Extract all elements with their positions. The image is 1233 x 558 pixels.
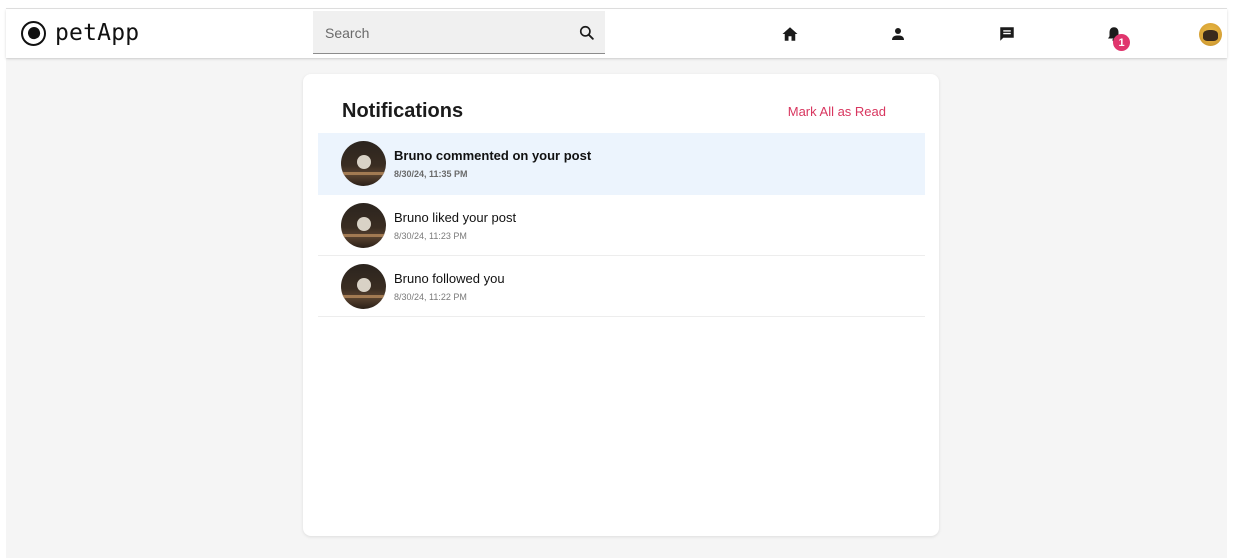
- paw-logo-icon: [21, 20, 46, 46]
- bell-icon[interactable]: 1: [1103, 23, 1130, 51]
- home-icon[interactable]: [779, 23, 801, 45]
- notification-message: Bruno followed you: [394, 271, 505, 286]
- brand[interactable]: petApp: [21, 20, 139, 46]
- chat-icon[interactable]: [996, 23, 1018, 45]
- avatar: [341, 141, 386, 186]
- notification-time: 8/30/24, 11:35 PM: [394, 169, 468, 179]
- notification-item[interactable]: Bruno followed you 8/30/24, 11:22 PM: [318, 256, 925, 317]
- search-bar: [313, 11, 605, 54]
- mark-all-read-button[interactable]: Mark All as Read: [788, 104, 886, 119]
- avatar: [341, 264, 386, 309]
- notification-message: Bruno commented on your post: [394, 148, 592, 163]
- person-icon[interactable]: [887, 23, 909, 45]
- notification-message: Bruno liked your post: [394, 210, 517, 225]
- app-header: petApp 1: [6, 9, 1227, 58]
- notifications-card: Notifications Mark All as Read Bruno com…: [303, 74, 939, 536]
- notification-item[interactable]: Bruno liked your post 8/30/24, 11:23 PM: [318, 195, 925, 256]
- left-frame: [0, 0, 6, 558]
- notification-list: Bruno commented on your post 8/30/24, 11…: [318, 133, 925, 317]
- notification-badge: 1: [1113, 34, 1130, 51]
- notification-item[interactable]: Bruno commented on your post 8/30/24, 11…: [318, 133, 925, 195]
- notification-time: 8/30/24, 11:23 PM: [394, 231, 467, 241]
- search-input[interactable]: [325, 23, 555, 43]
- user-avatar[interactable]: [1199, 23, 1222, 46]
- brand-name: petApp: [55, 20, 140, 46]
- avatar: [341, 203, 386, 248]
- window-top-edge: [0, 0, 1233, 9]
- notification-time: 8/30/24, 11:22 PM: [394, 292, 467, 302]
- search-icon[interactable]: [577, 23, 597, 43]
- page-title: Notifications: [342, 100, 464, 122]
- right-frame: [1227, 0, 1233, 558]
